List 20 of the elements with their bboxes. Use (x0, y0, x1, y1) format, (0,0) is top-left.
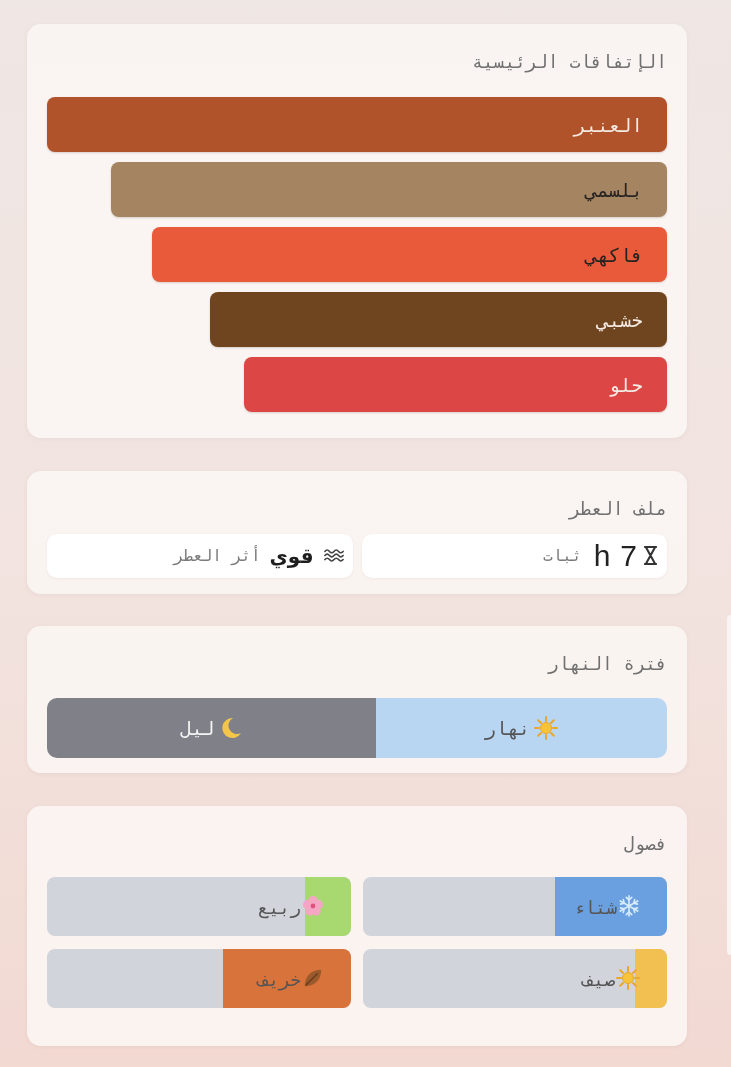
season-label: خريف (257, 968, 301, 992)
stat-label: ثبات (543, 544, 582, 567)
segment-label: نهار (484, 716, 531, 740)
accord-label: العنبر (574, 112, 643, 137)
segment-label: ليل (180, 716, 215, 740)
season-label: صيف (582, 968, 615, 992)
accord-label: فاكهي (585, 242, 643, 267)
section-title: فصول (623, 832, 667, 854)
section-title: الإتفاقات الرئيسية (471, 51, 667, 72)
season-label: ربيع (257, 896, 301, 920)
stat-label: أثر العطر (173, 544, 261, 567)
accord-label: حلو (608, 372, 643, 397)
stat-unit: h (593, 538, 611, 573)
section-title: ملف العطر (569, 497, 667, 519)
accord-label: بلسمي (585, 177, 643, 202)
stat-value: 7 (620, 538, 637, 573)
season-label: شتاء (573, 896, 617, 920)
accord-label: خشبي (597, 307, 643, 332)
stat-value: قوي (269, 542, 314, 570)
section-title: فترة النهار (547, 653, 667, 674)
